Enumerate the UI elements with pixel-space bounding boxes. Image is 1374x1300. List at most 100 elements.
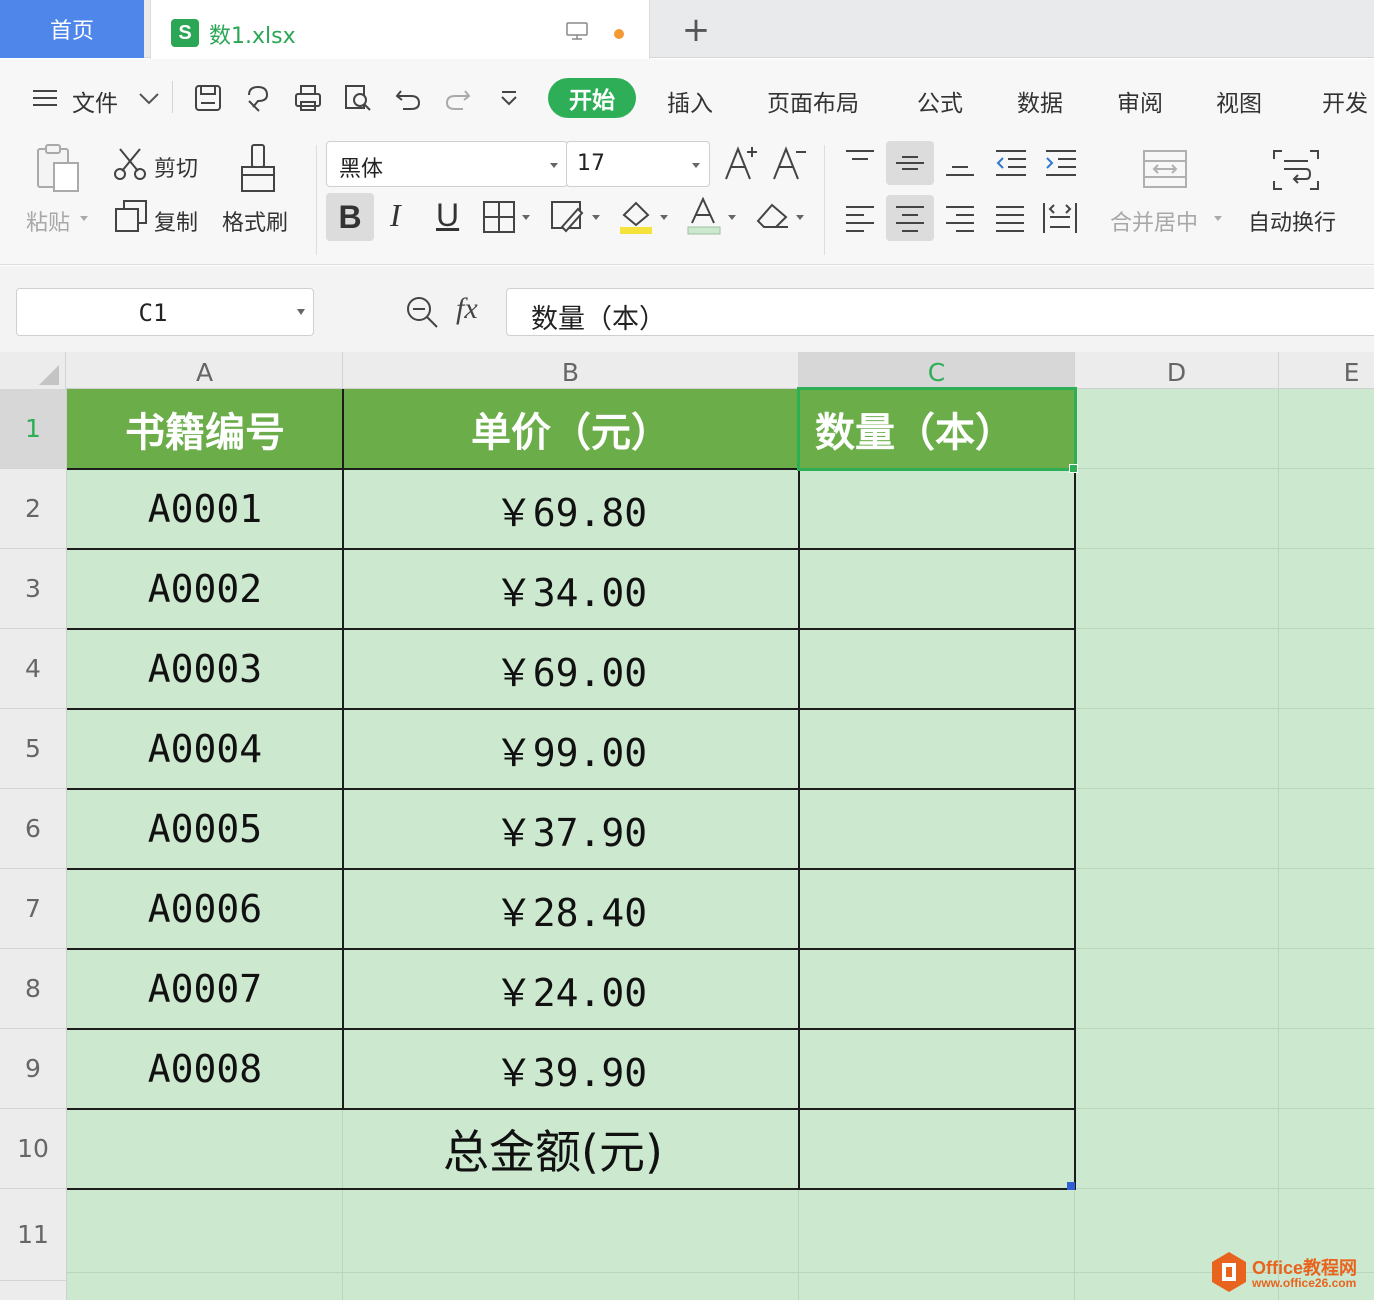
align-right-icon[interactable] xyxy=(944,203,976,235)
cell-a2[interactable]: A0001 xyxy=(67,469,343,549)
cell-b9[interactable]: ￥39.90 xyxy=(343,1029,799,1109)
scissors-icon[interactable] xyxy=(112,145,148,181)
underline-button[interactable]: U xyxy=(436,197,459,234)
cell-b2[interactable]: ￥69.80 xyxy=(343,469,799,549)
row-header-9[interactable]: 9 xyxy=(0,1029,66,1109)
fill-handle[interactable] xyxy=(1069,464,1078,473)
tab-file-document[interactable]: S 数1.xlsx xyxy=(150,0,650,59)
monitor-icon[interactable] xyxy=(566,22,588,40)
menu-developer[interactable]: 开发 xyxy=(1322,84,1368,118)
bold-button[interactable]: B xyxy=(326,193,374,241)
wrap-text-icon[interactable] xyxy=(1272,149,1320,191)
paste-icon[interactable] xyxy=(34,143,82,193)
tab-home[interactable]: 首页 xyxy=(0,0,144,58)
menu-data[interactable]: 数据 xyxy=(1017,84,1063,118)
row-header-6[interactable]: 6 xyxy=(0,789,66,869)
font-color-icon[interactable] xyxy=(686,195,740,237)
undo-icon[interactable] xyxy=(393,83,423,113)
italic-button[interactable]: I xyxy=(390,197,401,234)
redo-icon[interactable] xyxy=(443,83,473,113)
row-header-1[interactable]: 1 xyxy=(0,389,66,469)
menu-review[interactable]: 审阅 xyxy=(1117,84,1163,118)
increase-font-icon[interactable] xyxy=(722,143,760,183)
row-header-10[interactable]: 10 xyxy=(0,1109,66,1189)
eraser-icon[interactable] xyxy=(754,195,808,237)
column-header-d[interactable]: D xyxy=(1075,352,1279,389)
align-middle-button[interactable] xyxy=(886,141,934,185)
decrease-font-icon[interactable] xyxy=(770,143,808,183)
copy-icon[interactable] xyxy=(114,199,148,233)
cell-b7[interactable]: ￥28.40 xyxy=(343,869,799,949)
new-tab-button[interactable]: + xyxy=(678,10,714,50)
paste-dropdown-icon[interactable] xyxy=(78,213,90,223)
row-header-3[interactable]: 3 xyxy=(0,549,66,629)
fx-icon[interactable]: fx xyxy=(456,292,478,326)
row-header-4[interactable]: 4 xyxy=(0,629,66,709)
format-painter-icon[interactable] xyxy=(238,143,278,195)
merge-dropdown-icon[interactable] xyxy=(1212,213,1224,223)
cell-a9[interactable]: A0008 xyxy=(67,1029,343,1109)
menu-start[interactable]: 开始 xyxy=(548,78,636,118)
justify-icon[interactable] xyxy=(994,203,1026,235)
merge-center-icon[interactable] xyxy=(1142,149,1188,189)
chevron-down-icon[interactable] xyxy=(134,83,164,113)
cell-b4[interactable]: ￥69.00 xyxy=(343,629,799,709)
paste-label[interactable]: 粘贴 xyxy=(26,205,70,237)
menu-page-layout[interactable]: 页面布局 xyxy=(767,84,859,118)
share-icon[interactable] xyxy=(243,83,273,113)
cell-b1[interactable]: 单价（元） xyxy=(343,389,799,469)
align-center-button[interactable] xyxy=(886,195,934,241)
cell-style-icon[interactable] xyxy=(550,197,604,235)
cell-a8[interactable]: A0007 xyxy=(67,949,343,1029)
cell-a10-total[interactable]: 总金额(元) xyxy=(67,1109,799,1189)
column-header-c[interactable]: C xyxy=(799,352,1075,389)
cell-b6[interactable]: ￥37.90 xyxy=(343,789,799,869)
cell-b5[interactable]: ￥99.00 xyxy=(343,709,799,789)
row-header-11[interactable]: 11 xyxy=(0,1189,66,1281)
merge-center-label[interactable]: 合并居中 xyxy=(1110,205,1198,237)
cell-a5[interactable]: A0004 xyxy=(67,709,343,789)
align-left-icon[interactable] xyxy=(844,203,876,235)
menu-formulas[interactable]: 公式 xyxy=(917,84,963,118)
tab-bar: 首页 S 数1.xlsx + xyxy=(0,0,1374,59)
align-top-icon[interactable] xyxy=(844,147,876,177)
font-name-select[interactable]: 黑体 xyxy=(326,141,568,187)
row-header-7[interactable]: 7 xyxy=(0,869,66,949)
menu-insert[interactable]: 插入 xyxy=(667,84,713,118)
save-icon[interactable] xyxy=(193,83,223,113)
zoom-icon[interactable] xyxy=(404,294,440,330)
print-preview-icon[interactable] xyxy=(343,83,373,113)
borders-icon[interactable] xyxy=(482,199,534,235)
select-all-corner[interactable] xyxy=(0,352,66,389)
row-header-5[interactable]: 5 xyxy=(0,709,66,789)
hamburger-icon[interactable] xyxy=(30,83,60,113)
name-box[interactable]: C1 xyxy=(16,288,314,336)
wrap-text-label[interactable]: 自动换行 xyxy=(1248,205,1336,237)
print-icon[interactable] xyxy=(293,83,323,113)
row-header-8[interactable]: 8 xyxy=(0,949,66,1029)
cell-a4[interactable]: A0003 xyxy=(67,629,343,709)
row-header-2[interactable]: 2 xyxy=(0,469,66,549)
column-header-e[interactable]: E xyxy=(1279,352,1374,389)
format-painter-label[interactable]: 格式刷 xyxy=(222,205,288,237)
copy-label[interactable]: 复制 xyxy=(154,205,198,237)
customize-quick-access-icon[interactable] xyxy=(494,83,524,113)
cell-a3[interactable]: A0002 xyxy=(67,549,343,629)
fill-color-icon[interactable] xyxy=(618,195,672,237)
formula-input[interactable]: 数量（本） xyxy=(506,288,1374,336)
cell-b8[interactable]: ￥24.00 xyxy=(343,949,799,1029)
cell-a6[interactable]: A0005 xyxy=(67,789,343,869)
increase-indent-icon[interactable] xyxy=(1044,147,1078,179)
decrease-indent-icon[interactable] xyxy=(994,147,1028,179)
menu-view[interactable]: 视图 xyxy=(1216,84,1262,118)
cell-b3[interactable]: ￥34.00 xyxy=(343,549,799,629)
distributed-align-icon[interactable] xyxy=(1042,201,1078,235)
column-header-a[interactable]: A xyxy=(67,352,343,389)
align-bottom-icon[interactable] xyxy=(944,147,976,179)
cell-a7[interactable]: A0006 xyxy=(67,869,343,949)
font-size-select[interactable]: 17 xyxy=(566,141,710,187)
menu-file[interactable]: 文件 xyxy=(72,84,118,118)
column-header-b[interactable]: B xyxy=(343,352,799,389)
cut-label[interactable]: 剪切 xyxy=(154,151,198,183)
cell-a1[interactable]: 书籍编号 xyxy=(67,389,343,469)
